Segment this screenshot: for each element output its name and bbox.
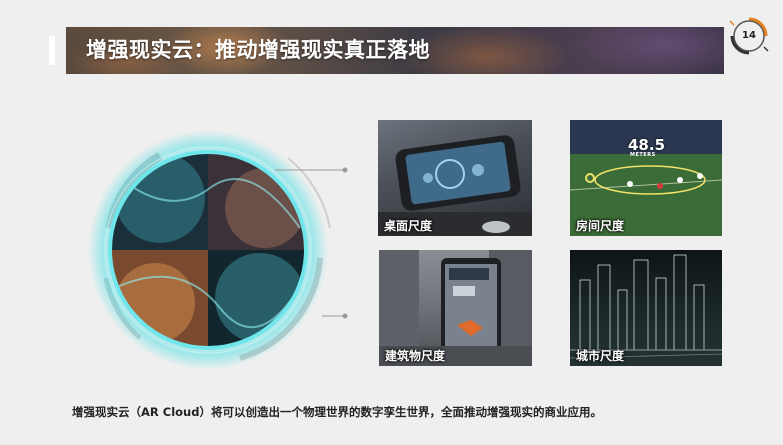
building-scale-label: 建筑物尺度 bbox=[385, 349, 446, 363]
ar-cloud-globe-graphic bbox=[88, 130, 348, 370]
distance-unit: METERS bbox=[630, 152, 656, 158]
page-number-badge: 14 bbox=[725, 16, 773, 64]
tabletop-scale-label: 桌面尺度 bbox=[384, 219, 433, 233]
room-scale-label: 房间尺度 bbox=[576, 219, 625, 233]
slide-caption: 增强现实云（AR Cloud）将可以创造出一个物理世界的数字孪生世界，全面推动增… bbox=[72, 405, 602, 419]
page-number: 14 bbox=[742, 30, 756, 41]
room-scale-photo: 48.5 METERS 房间尺度 bbox=[570, 120, 722, 236]
building-scale-photo: 建筑物尺度 bbox=[379, 250, 532, 366]
city-scale-label: 城市尺度 bbox=[576, 349, 625, 363]
tabletop-scale-photo: 桌面尺度 bbox=[378, 120, 532, 236]
slide-title: 增强现实云：推动增强现实真正落地 bbox=[86, 38, 430, 62]
slide: 增强现实云：推动增强现实真正落地 14 桌面尺度 48.5 METERS 房间尺… bbox=[0, 0, 783, 445]
title-accent-bar bbox=[49, 36, 55, 65]
city-scale-photo: 城市尺度 bbox=[570, 250, 722, 366]
